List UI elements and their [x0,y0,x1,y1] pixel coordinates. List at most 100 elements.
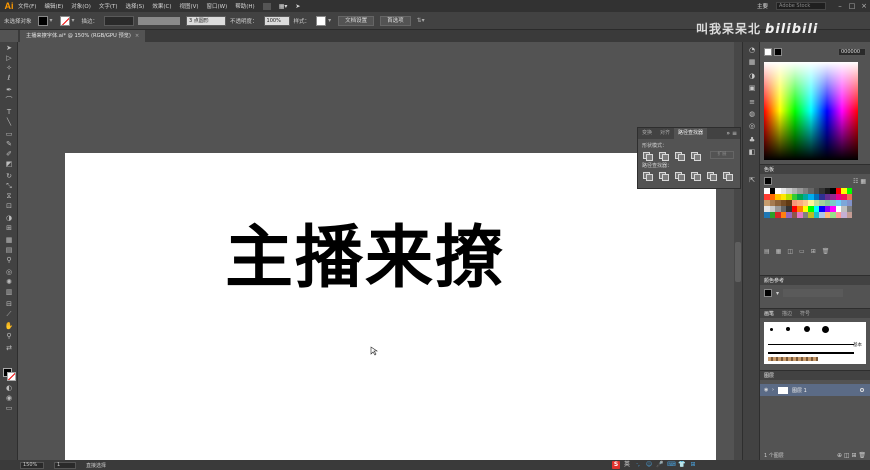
arrange-documents-icon[interactable]: ▦▾ [279,3,288,10]
pattern-brush[interactable] [768,357,818,361]
swatch-view-icon[interactable]: ☷ ▦ [853,178,866,185]
color-mode-icon[interactable]: ◐ [4,384,14,393]
harmony-dropdown-icon[interactable]: ▾ [776,290,779,297]
swatches-fill-indicator[interactable] [764,177,772,185]
export-icon[interactable]: ⇱ [747,176,757,185]
send-icon[interactable]: ➤ [295,3,300,10]
brush-medium-dot[interactable] [786,327,790,331]
menu-window[interactable]: 窗口(W) [207,2,228,10]
brush-definition-field[interactable]: 3 点圆形 [186,15,227,26]
base-color-swatch[interactable] [764,289,772,297]
fill-dropdown-icon[interactable]: ▾ [50,16,56,26]
shape-builder-tool-icon[interactable]: ◑ [4,214,14,223]
arrange-icon[interactable]: ⇅▾ [417,16,429,26]
panel-menu-icon[interactable]: » ≡ [726,130,737,137]
mesh-tool-icon[interactable]: ▦ [4,236,14,245]
menu-object[interactable]: 对象(O) [71,2,91,10]
line-tool-icon[interactable]: ╲ [4,118,14,127]
hand-tool-icon[interactable]: ✋ [4,322,14,331]
brush-large-dot[interactable] [804,326,810,332]
lasso-tool-icon[interactable]: ℓ [4,74,14,83]
artboard-navigation[interactable]: 1 [54,461,76,469]
swatch-cell[interactable] [846,212,852,218]
document-tab[interactable]: 主播来撩字体.ai* @ 150% (RGB/GPU 预览) × [20,30,146,42]
brush-xlarge-dot[interactable] [822,326,829,333]
unite-icon[interactable] [642,151,653,161]
direct-selection-tool-icon[interactable]: ▷ [4,54,14,63]
menu-help[interactable]: 帮助(H) [235,2,254,10]
eyedropper-tool-icon[interactable]: ⚲ [4,256,14,265]
gradient-icon[interactable]: ◍ [747,110,757,119]
tab-pathfinder[interactable]: 路径查找器 [674,128,708,139]
maximize-icon[interactable]: □ [846,2,858,10]
stroke-dropdown-icon[interactable]: ▾ [72,16,78,26]
perspective-grid-tool-icon[interactable]: ⊞ [4,224,14,233]
document-setup-button[interactable]: 文档设置 [338,15,375,26]
opacity-field[interactable]: 100% [263,15,290,26]
swatches-title[interactable]: 色板 [764,166,774,173]
artboard-tool-icon[interactable]: ⊟ [4,300,14,309]
crop-icon[interactable] [690,171,701,181]
color-spectrum[interactable] [764,62,858,160]
divide-icon[interactable] [642,171,653,181]
gradient-tool-icon[interactable]: ▤ [4,246,14,255]
appearance-icon[interactable]: ◑ [747,72,757,81]
harmony-strip[interactable] [783,289,844,297]
brush-list[interactable]: 基本 [764,322,866,364]
ime-s-icon[interactable]: S [612,461,620,469]
new-color-group-icon[interactable]: ▭ [799,248,805,255]
close-icon[interactable]: × [858,2,870,10]
tab-transform[interactable]: 变换 [638,128,656,139]
visibility-eye-icon[interactable]: ◉ [764,387,772,393]
minus-front-icon[interactable] [658,151,669,161]
menu-edit[interactable]: 编辑(E) [44,2,63,10]
emoji-icon[interactable]: ☺ [645,461,653,469]
outline-icon[interactable] [706,171,717,181]
artboard[interactable]: 主播来撩 [65,153,716,460]
rotate-tool-icon[interactable]: ↻ [4,172,14,181]
pen-tool-icon[interactable]: ✒ [4,86,14,95]
color-guide-icon[interactable]: ▦ [747,58,757,67]
variable-width-profile[interactable] [138,16,181,25]
swatch-options-icon[interactable]: ◫ [787,248,793,255]
merge-icon[interactable] [674,171,685,181]
paintbrush-tool-icon[interactable]: ✎ [4,140,14,149]
symbol-sprayer-tool-icon[interactable]: ✺ [4,278,14,287]
tab-symbols[interactable]: 符号 [800,310,810,317]
shaper-tool-icon[interactable]: ✐ [4,150,14,159]
zoom-field[interactable]: 150% [20,461,44,469]
punctuation-icon[interactable]: ·, [634,461,642,469]
blend-tool-icon[interactable]: ◎ [4,268,14,277]
selection-tool-icon[interactable]: ➤ [4,44,14,53]
fill-swatch[interactable] [37,15,48,26]
layer-actions-icons[interactable]: ⊕ ◫ ⊞ 🗑 [837,452,866,459]
brush-line-thick[interactable] [768,352,854,354]
color-fill-swatch[interactable] [764,48,772,56]
exclude-icon[interactable] [690,151,701,161]
screen-mode-icon[interactable]: ▭ [4,404,14,413]
expand-button[interactable]: 扩展 [710,151,734,159]
stroke-swatch[interactable] [59,15,70,26]
preferences-button[interactable]: 首选项 [380,15,411,26]
color-panel-icon[interactable]: ◔ [747,46,757,55]
minus-back-icon[interactable] [722,171,733,181]
new-swatch-icon[interactable]: ⊞ [811,248,816,255]
menu-effect[interactable]: 效果(C) [152,2,171,10]
style-dropdown-icon[interactable]: ▾ [328,16,334,26]
fill-stroke-indicator[interactable] [3,368,16,381]
stock-search-input[interactable]: Adobe Stock [776,2,826,10]
minimize-icon[interactable]: – [834,2,846,10]
hex-input[interactable]: 000000 [838,48,866,56]
workspace-switcher[interactable]: 主要 [757,2,768,10]
rectangle-tool-icon[interactable]: ▭ [4,130,14,139]
close-tab-icon[interactable]: × [135,33,139,39]
swatch-library-icon[interactable]: ▤ [764,248,770,255]
delete-swatch-icon[interactable]: 🗑 [822,248,830,255]
column-graph-tool-icon[interactable]: ▥ [4,288,14,297]
show-kinds-icon[interactable]: ▦ [776,248,782,255]
layers-icon[interactable]: ◧ [747,148,757,157]
keyboard-icon[interactable]: ⌨ [667,461,676,469]
graphic-style-swatch[interactable] [316,15,327,26]
menu-select[interactable]: 选择(S) [126,2,145,10]
eraser-tool-icon[interactable]: ◩ [4,160,14,169]
